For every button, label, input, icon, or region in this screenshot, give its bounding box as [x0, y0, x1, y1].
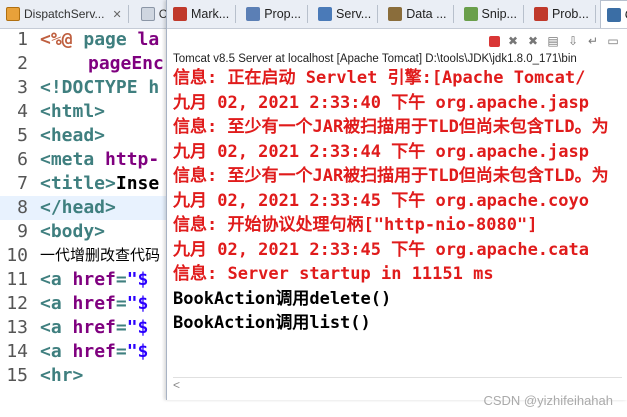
view-tab-label: Prop... — [264, 7, 302, 21]
code-text: <!DOCTYPE h — [40, 77, 160, 98]
console-line: BookAction调用list() — [173, 313, 371, 333]
console-line: 信息: 开始协议处理句柄["http-nio-8080"] — [173, 215, 538, 235]
editor-tab-bar: DispatchServ... ✕ Co — [0, 0, 168, 29]
code-line[interactable]: 14 <a href="$ — [0, 340, 168, 364]
console-line: 信息: Server startup in 11151 ms — [173, 264, 494, 284]
editor-tab-label: DispatchServ... — [24, 7, 105, 21]
code-text: <head> — [40, 125, 106, 146]
view-tab-label: Data ... — [406, 7, 447, 21]
code-line[interactable]: 12 <a href="$ — [0, 292, 168, 316]
code-text: <meta http- — [40, 149, 160, 170]
line-number: 14 — [6, 341, 28, 362]
code-line[interactable]: 6 <meta http- — [0, 148, 168, 172]
code-line[interactable]: 10 一代增删改查代码 — [0, 244, 168, 268]
java-file-icon — [140, 7, 155, 21]
line-number: 8 — [17, 197, 28, 218]
console-line: 九月 02, 2021 2:33:45 下午 org.apache.coyo — [173, 190, 589, 211]
code-line[interactable]: 15 <hr> — [0, 364, 168, 388]
problems-icon — [533, 7, 548, 21]
editor-tab-co[interactable]: Co — [135, 0, 168, 28]
code-line[interactable]: 13 <a href="$ — [0, 316, 168, 340]
code-text: pageEnc — [88, 53, 164, 74]
code-editor[interactable]: DispatchServ... ✕ Co 1 <%@ page la 2 pageEn… — [0, 0, 168, 417]
view-tab-prob[interactable]: Prob... — [528, 0, 600, 28]
console-line: 九月 02, 2021 2:33:44 下午 org.apache.jasp — [173, 141, 589, 162]
console-view: Mark... Prop... Serv... Data ... Snip... Prob… — [166, 0, 627, 400]
line-number: 3 — [17, 77, 28, 98]
code-line[interactable]: 7 <title>Inse — [0, 172, 168, 196]
code-text: <a href="$ — [40, 341, 149, 362]
line-number: 13 — [6, 317, 28, 338]
code-text: 一代增删改查代码 — [40, 247, 161, 264]
code-text: <title>Inse — [40, 173, 160, 194]
view-tab-label: Mark... — [191, 7, 230, 21]
line-number: 10 — [6, 245, 28, 266]
java-file-icon — [6, 7, 20, 21]
line-number: 5 — [17, 125, 28, 146]
view-tab-mark[interactable]: Mark... — [167, 0, 240, 28]
console-icon — [606, 7, 621, 22]
console-toolbar: ✖ ✖ ▤ ⇩ ↵ ▭ — [167, 32, 627, 50]
line-number: 4 — [17, 101, 28, 122]
remove-launch-icon[interactable]: ✖ — [506, 34, 520, 48]
code-line[interactable]: 4 <html> — [0, 100, 168, 124]
code-line[interactable]: 11 <a href="$ — [0, 268, 168, 292]
code-text: <a href="$ — [40, 317, 149, 338]
markers-icon — [173, 7, 187, 21]
view-tab-label: Prob... — [551, 7, 589, 21]
word-wrap-icon[interactable]: ↵ — [586, 34, 600, 48]
scroll-left-icon[interactable]: < — [173, 378, 180, 392]
snippets-icon — [463, 7, 478, 21]
code-line[interactable]: 8 </head> — [0, 196, 168, 220]
code-line[interactable]: 2 pageEnc — [0, 52, 168, 76]
pin-console-icon[interactable]: ▭ — [606, 34, 620, 48]
servers-icon — [318, 7, 333, 21]
line-number: 15 — [6, 365, 28, 386]
view-tab-label: Serv... — [336, 7, 372, 21]
code-text: <html> — [40, 101, 106, 122]
console-line: BookAction调用delete() — [173, 288, 392, 309]
view-tab-data[interactable]: Data ... — [382, 0, 457, 28]
console-output[interactable]: 信息: 正在启动 Servlet 引擎:[Apache Tomcat/九月 02… — [173, 66, 627, 336]
view-tab-bar: Mark... Prop... Serv... Data ... Snip... Prob… — [167, 0, 627, 29]
view-tab-prop[interactable]: Prop... — [240, 0, 312, 28]
terminate-icon[interactable] — [489, 35, 500, 47]
code-line[interactable]: 1 <%@ page la — [0, 28, 168, 52]
data-source-icon — [388, 7, 403, 21]
line-number: 7 — [17, 173, 28, 194]
line-number: 6 — [17, 149, 28, 170]
code-text: <%@ page la — [40, 29, 160, 50]
scroll-lock-icon[interactable]: ⇩ — [566, 34, 580, 48]
console-line: 信息: 正在启动 Servlet 引擎:[Apache Tomcat/ — [173, 68, 586, 88]
code-area[interactable]: 1 <%@ page la 2 pageEnc 3 <!DOCTYPE h 4 <html> 5… — [0, 28, 168, 388]
watermark: CSDN @yizhifeihahah — [483, 393, 613, 408]
code-text: <body> — [40, 221, 106, 242]
line-number: 11 — [6, 269, 28, 290]
code-line[interactable]: 9 <body> — [0, 220, 168, 244]
console-line: 九月 02, 2021 2:33:45 下午 org.apache.cata — [173, 239, 589, 260]
code-line[interactable]: 3 <!DOCTYPE h — [0, 76, 168, 100]
console-line: 九月 02, 2021 2:33:40 下午 org.apache.jasp — [173, 92, 589, 113]
line-number: 1 — [17, 29, 28, 50]
code-text: <a href="$ — [40, 269, 149, 290]
properties-icon — [246, 7, 261, 21]
line-number: 9 — [17, 221, 28, 242]
view-tab-cons[interactable]: Cons — [599, 0, 627, 28]
line-number: 2 — [17, 53, 28, 74]
code-text: <hr> — [40, 365, 84, 386]
view-tab-snip[interactable]: Snip... — [458, 0, 528, 28]
line-number: 12 — [6, 293, 28, 314]
editor-tab-dispatchservlet[interactable]: DispatchServ... ✕ — [0, 0, 135, 28]
close-icon[interactable]: ✕ — [112, 8, 121, 21]
horizontal-scrollbar[interactable]: < — [173, 377, 622, 392]
clear-console-icon[interactable]: ▤ — [546, 34, 560, 48]
code-text: <a href="$ — [40, 293, 149, 314]
code-line[interactable]: 5 <head> — [0, 124, 168, 148]
view-tab-serv[interactable]: Serv... — [312, 0, 382, 28]
remove-all-icon[interactable]: ✖ — [526, 34, 540, 48]
view-tab-label: Snip... — [481, 7, 517, 21]
console-line: 信息: 至少有一个JAR被扫描用于TLD但尚未包含TLD。为 — [173, 117, 609, 137]
code-text: </head> — [40, 197, 116, 218]
console-line: 信息: 至少有一个JAR被扫描用于TLD但尚未包含TLD。为 — [173, 166, 609, 186]
